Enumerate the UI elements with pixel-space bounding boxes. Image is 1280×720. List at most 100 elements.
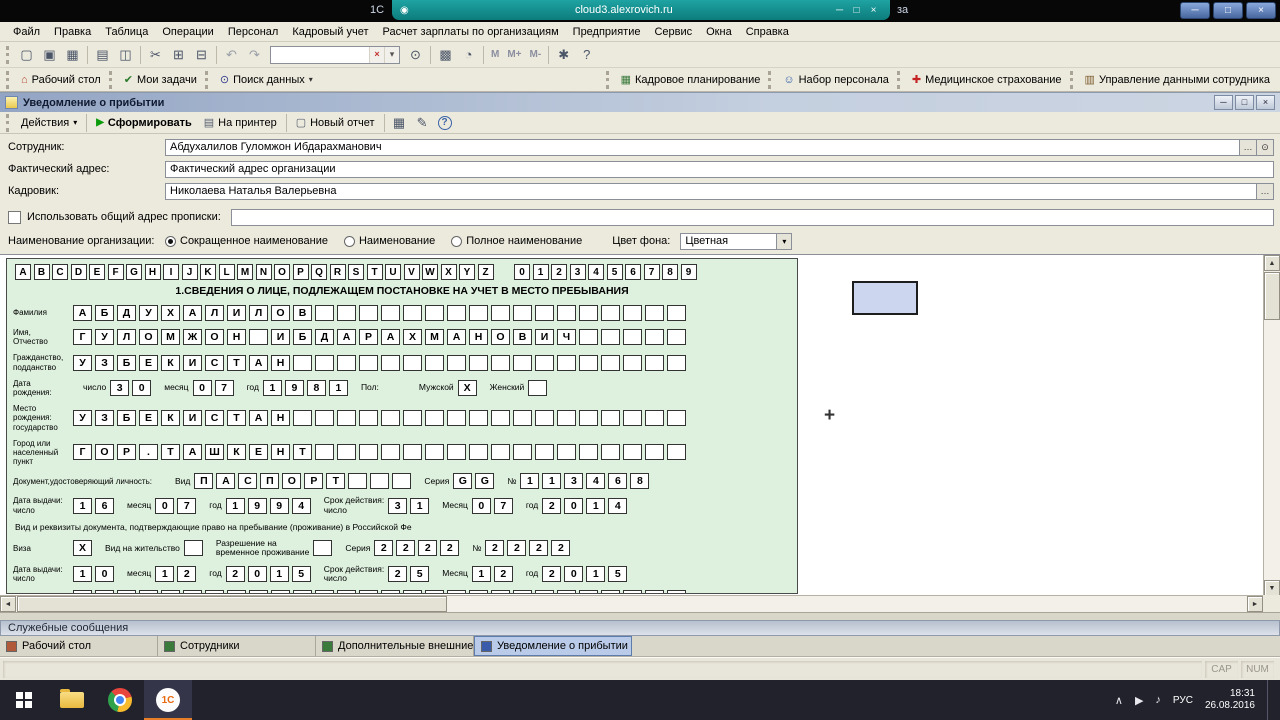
form-cell[interactable]: Ж — [183, 329, 202, 346]
window-tab-3[interactable]: Уведомление о прибытии — [474, 636, 632, 656]
form-cell[interactable] — [315, 305, 334, 321]
form-cell[interactable] — [491, 305, 510, 321]
form-cell[interactable] — [579, 590, 598, 593]
form-cell[interactable] — [293, 409, 312, 426]
form-cell[interactable]: О — [95, 444, 114, 461]
report-edit-icon[interactable]: ✎ — [411, 112, 434, 133]
form-cell[interactable]: 4 — [608, 497, 628, 514]
form-cell[interactable] — [337, 590, 356, 593]
form-cell[interactable] — [447, 354, 466, 371]
hr-field[interactable]: Николаева Наталья Валерьевна — [165, 182, 1257, 200]
form-cell[interactable] — [557, 444, 576, 461]
form-cell[interactable]: Q — [311, 264, 327, 280]
language-indicator[interactable]: РУС — [1173, 695, 1193, 706]
form-cell[interactable]: R — [329, 264, 346, 280]
form-cell[interactable]: D — [70, 264, 87, 280]
form-cell[interactable] — [645, 354, 664, 371]
form-cell[interactable]: W — [422, 264, 438, 280]
form-cell[interactable]: А — [337, 329, 356, 346]
form-cell[interactable]: А — [183, 444, 202, 461]
form-cell[interactable] — [469, 590, 488, 593]
form-cell[interactable]: 1 — [262, 379, 282, 396]
toolbar-grip[interactable] — [605, 70, 611, 89]
toolbar-grip[interactable] — [768, 70, 773, 89]
toolbar-grip[interactable] — [6, 45, 11, 64]
scroll-left-icon[interactable]: ◄ — [0, 596, 16, 612]
form-cell[interactable]: Н — [271, 444, 290, 461]
form-cell[interactable]: Т — [227, 354, 246, 371]
form-cell[interactable] — [601, 329, 620, 346]
form-cell[interactable] — [359, 590, 378, 593]
form-cell[interactable] — [623, 590, 642, 593]
form-cell[interactable] — [381, 354, 400, 371]
form-cell[interactable]: 2 — [225, 565, 245, 582]
form-cell[interactable] — [359, 305, 378, 321]
form-cell[interactable] — [645, 409, 664, 426]
menu-item-9[interactable]: Окна — [699, 24, 739, 40]
pin-icon[interactable]: ◉ — [400, 5, 409, 16]
form-cell[interactable]: 9 — [269, 497, 289, 514]
menu-item-5[interactable]: Кадровый учет — [285, 24, 375, 40]
form-cell[interactable]: 2 — [542, 565, 562, 582]
common-address-field[interactable] — [230, 208, 1274, 226]
close-button[interactable]: × — [1246, 2, 1276, 19]
form-cell[interactable]: Х — [161, 305, 180, 321]
form-cell[interactable]: 9 — [680, 264, 697, 280]
menu-item-1[interactable]: Правка — [47, 24, 98, 40]
form-cell[interactable] — [469, 354, 488, 371]
form-cell[interactable] — [425, 305, 444, 321]
form-cell[interactable]: 0 — [192, 379, 212, 396]
form-cell[interactable] — [557, 409, 576, 426]
toolbar-grip[interactable] — [896, 70, 902, 89]
report-table-icon[interactable]: ▦ — [388, 112, 411, 133]
recruitment-button[interactable]: ☺ Набор персонала — [777, 72, 895, 88]
horizontal-scrollbar[interactable]: ◄ ► — [0, 595, 1263, 612]
volume-icon[interactable]: ♪ — [1155, 694, 1161, 706]
rdp-close-button[interactable]: × — [865, 5, 882, 16]
form-cell[interactable] — [315, 354, 334, 371]
form-cell[interactable]: N — [255, 264, 272, 280]
form-cell[interactable] — [491, 354, 510, 371]
scroll-up-icon[interactable]: ▲ — [1264, 255, 1280, 271]
form-cell[interactable]: П — [260, 473, 280, 490]
form-cell[interactable]: 2 — [542, 497, 562, 514]
form-cell[interactable]: T — [366, 264, 383, 280]
form-cell[interactable]: Л — [205, 305, 224, 321]
form-cell[interactable] — [403, 444, 422, 461]
form-cell[interactable]: А — [249, 409, 268, 426]
scroll-down-icon[interactable]: ▼ — [1264, 580, 1280, 596]
form-cell[interactable]: А — [381, 329, 400, 346]
employee-choose-button[interactable]: … — [1240, 138, 1257, 156]
form-cell[interactable]: S — [348, 264, 364, 280]
chrome-button[interactable] — [96, 680, 144, 720]
form-cell[interactable]: 0 — [155, 497, 175, 514]
open-icon[interactable]: ▣ — [38, 44, 61, 65]
form-cell[interactable] — [381, 444, 400, 461]
form-cell[interactable]: 3 — [388, 497, 408, 514]
form-cell[interactable] — [315, 444, 334, 461]
find-icon[interactable]: ⊙ — [404, 44, 427, 65]
form-cell[interactable]: 8 — [630, 473, 650, 490]
form-cell[interactable]: U — [385, 264, 401, 280]
form-cell[interactable] — [579, 329, 598, 346]
form-cell[interactable] — [667, 329, 686, 346]
form-cell[interactable]: G — [453, 473, 473, 490]
hr-choose-button[interactable]: … — [1257, 182, 1274, 200]
print-icon[interactable]: ▤ — [91, 44, 114, 65]
quick-search-input[interactable] — [271, 47, 369, 62]
hr-planning-button[interactable]: ▦ Кадровое планирование — [615, 71, 767, 88]
form-cell[interactable]: 3 — [564, 473, 584, 490]
form-cell[interactable] — [271, 590, 290, 593]
window-tab-0[interactable]: Рабочий стол — [0, 636, 158, 656]
address-field[interactable]: Фактический адрес организации — [165, 160, 1274, 178]
form-cell[interactable] — [601, 444, 620, 461]
form-cell[interactable] — [491, 409, 510, 426]
form-cell[interactable]: 8 — [662, 264, 678, 280]
form-cell[interactable] — [139, 590, 158, 593]
calculator-icon[interactable]: ◔ — [457, 44, 480, 65]
form-cell[interactable] — [557, 354, 576, 371]
rdp-minimize-button[interactable]: ─ — [831, 5, 848, 16]
form-cell[interactable] — [337, 409, 356, 426]
form-cell[interactable]: В — [513, 329, 532, 346]
form-cell[interactable]: К — [161, 409, 180, 426]
